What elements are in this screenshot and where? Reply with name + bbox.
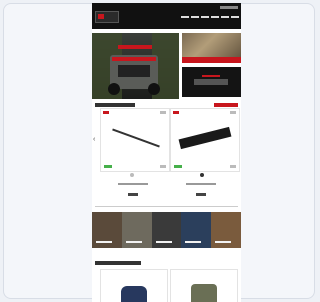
vehicle-wheel (108, 83, 120, 95)
vehicle-grill (118, 65, 150, 77)
nav-item[interactable] (221, 16, 229, 18)
hero-headline (118, 45, 152, 49)
product-image (112, 128, 160, 148)
category-label (155, 241, 172, 243)
stock-badge (104, 165, 112, 168)
product-image (191, 284, 217, 302)
product-title[interactable] (186, 183, 216, 185)
stock-badge (174, 165, 182, 168)
category-label (185, 241, 202, 243)
site-header (92, 3, 241, 29)
section-divider (95, 206, 238, 207)
nav-item[interactable] (181, 16, 189, 18)
webpage-thumbnail: ‹ › (92, 3, 241, 302)
sale-badge (103, 111, 109, 114)
product-price (196, 193, 206, 196)
sale-badge (173, 111, 179, 114)
section-heading-new-products (95, 261, 141, 265)
hero-banner[interactable] (92, 33, 179, 99)
category-tile[interactable] (92, 212, 122, 248)
category-tile[interactable] (211, 212, 241, 248)
product-card[interactable] (170, 269, 238, 302)
product-card[interactable] (100, 108, 170, 172)
logo-mark (98, 14, 104, 19)
promo-accent (202, 75, 220, 77)
promo-wordmark (194, 79, 228, 85)
product-title[interactable] (118, 183, 148, 185)
main-nav (181, 16, 239, 18)
product-image (178, 126, 232, 150)
heart-icon[interactable] (160, 111, 166, 114)
section-heading-products (95, 103, 135, 107)
nav-item[interactable] (191, 16, 199, 18)
category-tile[interactable] (151, 212, 182, 248)
category-tiles (92, 212, 241, 248)
store-logo[interactable] (95, 11, 119, 23)
promo-tile-dark[interactable] (182, 67, 241, 97)
chevron-left-icon[interactable]: ‹ (93, 136, 98, 143)
product-image (121, 286, 147, 302)
heart-icon[interactable] (230, 111, 236, 114)
nav-item[interactable] (211, 16, 219, 18)
category-label (125, 241, 142, 243)
nav-item[interactable] (201, 16, 209, 18)
view-all-button[interactable] (214, 103, 238, 107)
account-link[interactable] (220, 6, 238, 9)
promo-tile-camo[interactable] (182, 33, 241, 63)
nav-item[interactable] (231, 16, 239, 18)
quantity-badge (160, 165, 166, 168)
product-price (128, 193, 138, 196)
vehicle-wheel (148, 83, 160, 95)
quantity-badge (230, 165, 236, 168)
category-label (215, 241, 232, 243)
product-card[interactable] (170, 108, 240, 172)
promo-strip (182, 57, 241, 63)
product-card[interactable] (100, 269, 168, 302)
vehicle-light-bar (112, 57, 156, 61)
category-label (96, 241, 112, 243)
carousel-dot[interactable] (130, 173, 134, 177)
category-tile[interactable] (181, 212, 212, 248)
carousel-dot-active[interactable] (200, 173, 204, 177)
category-tile[interactable] (121, 212, 152, 248)
